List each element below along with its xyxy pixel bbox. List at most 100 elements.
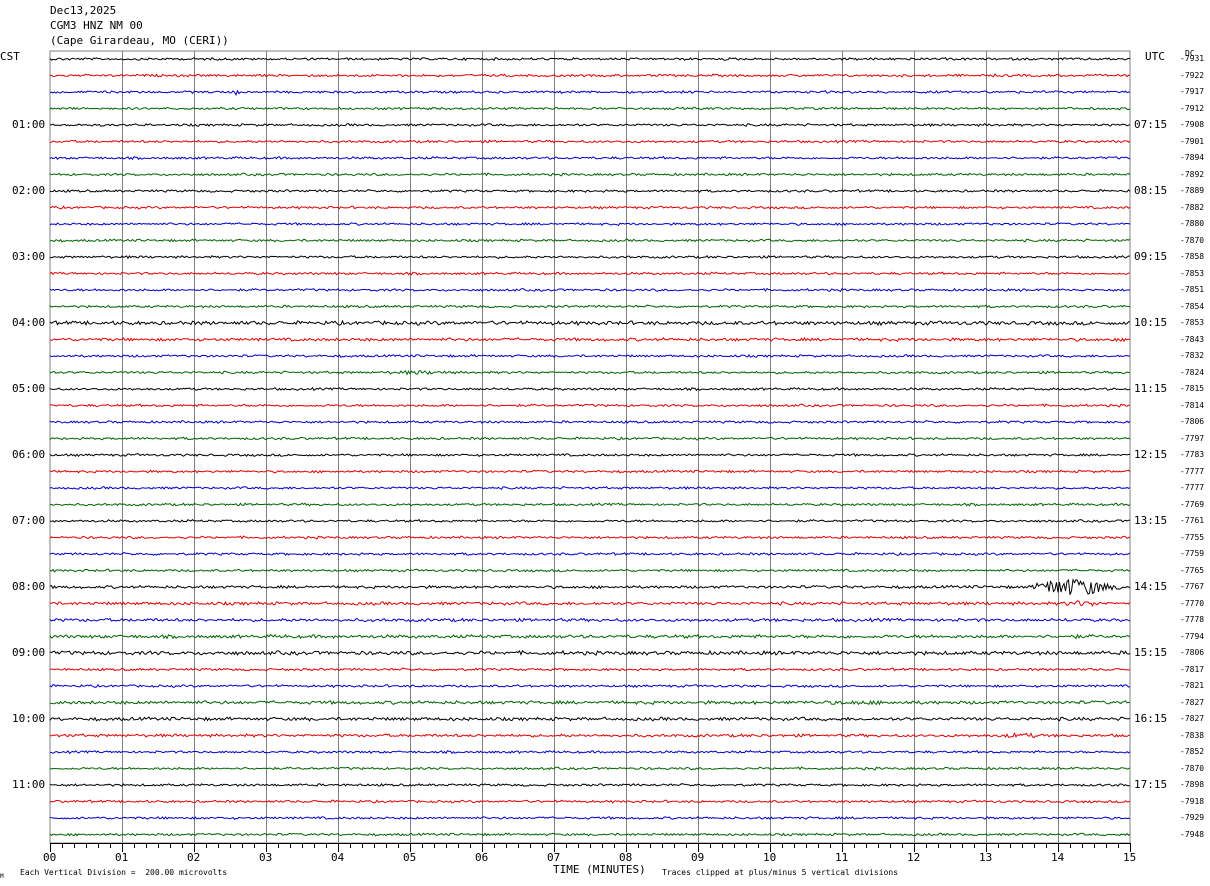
x-tick-label: 11 bbox=[835, 851, 849, 864]
right-hour-label: 16:15 bbox=[1134, 712, 1168, 725]
trace-line bbox=[49, 799, 1131, 804]
dc-offset-label: -7853 bbox=[1180, 268, 1205, 278]
plot-frame bbox=[49, 50, 1131, 844]
dc-offset-label: -7761 bbox=[1180, 516, 1205, 525]
dc-offset-label: -7922 bbox=[1180, 70, 1205, 80]
trace-line bbox=[49, 238, 1131, 243]
trace-line bbox=[49, 578, 1131, 595]
right-hour-label: 09:15 bbox=[1134, 250, 1168, 263]
trace-line bbox=[49, 254, 1131, 260]
dc-offset-label: -7894 bbox=[1180, 153, 1205, 162]
trace-line bbox=[49, 716, 1131, 722]
dc-offset-label: -7767 bbox=[1180, 582, 1205, 591]
dc-offset-label: -7769 bbox=[1180, 499, 1205, 509]
dc-offset-label: -7892 bbox=[1180, 169, 1205, 179]
x-tick-label: 10 bbox=[763, 851, 777, 864]
x-tick-label: 03 bbox=[259, 851, 273, 864]
minute-grid bbox=[49, 50, 1131, 844]
trace-line bbox=[49, 518, 1130, 523]
trace-line bbox=[49, 122, 1131, 128]
dc-offset-label: -7814 bbox=[1180, 400, 1205, 410]
trace-line bbox=[49, 452, 1131, 458]
dc-offset-label: -7851 bbox=[1180, 285, 1205, 294]
dc-offset-label: -7832 bbox=[1180, 351, 1205, 360]
right-hour-label: 11:15 bbox=[1134, 382, 1168, 395]
dc-offset-label: -7854 bbox=[1180, 301, 1205, 311]
trace-line bbox=[49, 369, 1130, 376]
x-axis-title: TIME (MINUTES) bbox=[553, 863, 646, 876]
vertical-division-note: Each Vertical Division = 200.00 microvol… bbox=[20, 868, 228, 877]
dc-offset-label: -7806 bbox=[1180, 417, 1205, 426]
dc-offset-label: -7759 bbox=[1180, 549, 1205, 558]
right-hour-label: 17:15 bbox=[1134, 778, 1168, 791]
dc-offset-label: -7817 bbox=[1180, 664, 1205, 674]
x-tick-label: 05 bbox=[403, 851, 417, 864]
x-tick-label: 15 bbox=[1123, 851, 1137, 864]
dc-offset-label: -7838 bbox=[1180, 730, 1205, 740]
trace-line bbox=[49, 386, 1131, 392]
trace-line bbox=[49, 403, 1131, 408]
x-tick-label: 04 bbox=[331, 851, 345, 864]
right-hour-label: 12:15 bbox=[1134, 448, 1168, 461]
trace-line bbox=[49, 205, 1131, 210]
trace-line bbox=[49, 469, 1131, 474]
dc-offset-label: -7912 bbox=[1180, 103, 1205, 113]
dc-offset-label: -7794 bbox=[1180, 631, 1205, 641]
trace-line bbox=[49, 172, 1131, 177]
dc-offset-label: -7783 bbox=[1180, 450, 1205, 459]
dc-offset-label: -7852 bbox=[1180, 747, 1205, 756]
left-hour-label: 09:00 bbox=[12, 646, 46, 659]
dc-offset-label: -7917 bbox=[1180, 87, 1205, 96]
dc-offset-label: -7858 bbox=[1180, 252, 1205, 261]
x-tick-label: 01 bbox=[115, 851, 129, 864]
trace-line bbox=[49, 106, 1131, 111]
trace-line bbox=[49, 766, 1131, 771]
trace-line bbox=[49, 271, 1131, 276]
seismic-traces bbox=[49, 56, 1131, 837]
trace-line bbox=[49, 336, 1130, 343]
trace-line bbox=[49, 419, 1131, 424]
trace-line bbox=[49, 649, 1131, 657]
x-tick-label: 14 bbox=[1051, 851, 1065, 864]
trace-line bbox=[49, 551, 1131, 556]
clip-note: Traces clipped at plus/minus 5 vertical … bbox=[662, 868, 899, 877]
dc-offset-label: -7870 bbox=[1180, 763, 1205, 773]
trace-line bbox=[49, 832, 1131, 837]
dc-offset-label: -7770 bbox=[1180, 598, 1205, 608]
trace-line bbox=[49, 568, 1131, 573]
dc-offset-label: -7827 bbox=[1180, 697, 1205, 707]
dc-offset-label: -7870 bbox=[1180, 235, 1205, 245]
left-hour-label: 04:00 bbox=[12, 316, 46, 329]
x-tick-label: 13 bbox=[979, 851, 993, 864]
x-tick-label: 12 bbox=[907, 851, 921, 864]
right-hour-label: 15:15 bbox=[1134, 646, 1168, 659]
x-tick-label: 00 bbox=[43, 851, 57, 864]
left-hour-label: 11:00 bbox=[12, 778, 46, 791]
time-axis bbox=[50, 843, 1131, 852]
trace-line bbox=[49, 319, 1131, 327]
trace-line bbox=[49, 617, 1131, 623]
dc-offset-label: -7778 bbox=[1180, 615, 1205, 624]
trace-line bbox=[49, 139, 1131, 144]
dc-offset-label: -7824 bbox=[1180, 367, 1205, 377]
left-hour-label: 05:00 bbox=[12, 382, 46, 395]
trace-line bbox=[49, 731, 1131, 739]
dc-offset-label: -7755 bbox=[1180, 532, 1205, 542]
dc-offset-label: -7843 bbox=[1180, 334, 1205, 344]
right-hour-label: 07:15 bbox=[1134, 118, 1168, 131]
dc-offset-label: -7827 bbox=[1180, 714, 1205, 723]
right-hour-label: 14:15 bbox=[1134, 580, 1168, 593]
trace-line bbox=[49, 287, 1131, 293]
dc-offset-label: -7806 bbox=[1180, 648, 1205, 657]
dc-offset-label: -7815 bbox=[1180, 384, 1205, 393]
trace-line bbox=[49, 73, 1131, 78]
left-hour-label: 03:00 bbox=[12, 250, 46, 263]
right-hour-label: 08:15 bbox=[1134, 184, 1168, 197]
trace-line bbox=[50, 600, 1131, 607]
dc-offset-label: -7821 bbox=[1180, 681, 1205, 690]
dc-offset-label: -7901 bbox=[1180, 136, 1205, 146]
dc-offset-label: -7880 bbox=[1180, 219, 1205, 228]
x-tick-label: 02 bbox=[187, 851, 201, 864]
left-hour-label: 07:00 bbox=[12, 514, 46, 527]
trace-line bbox=[49, 221, 1131, 227]
